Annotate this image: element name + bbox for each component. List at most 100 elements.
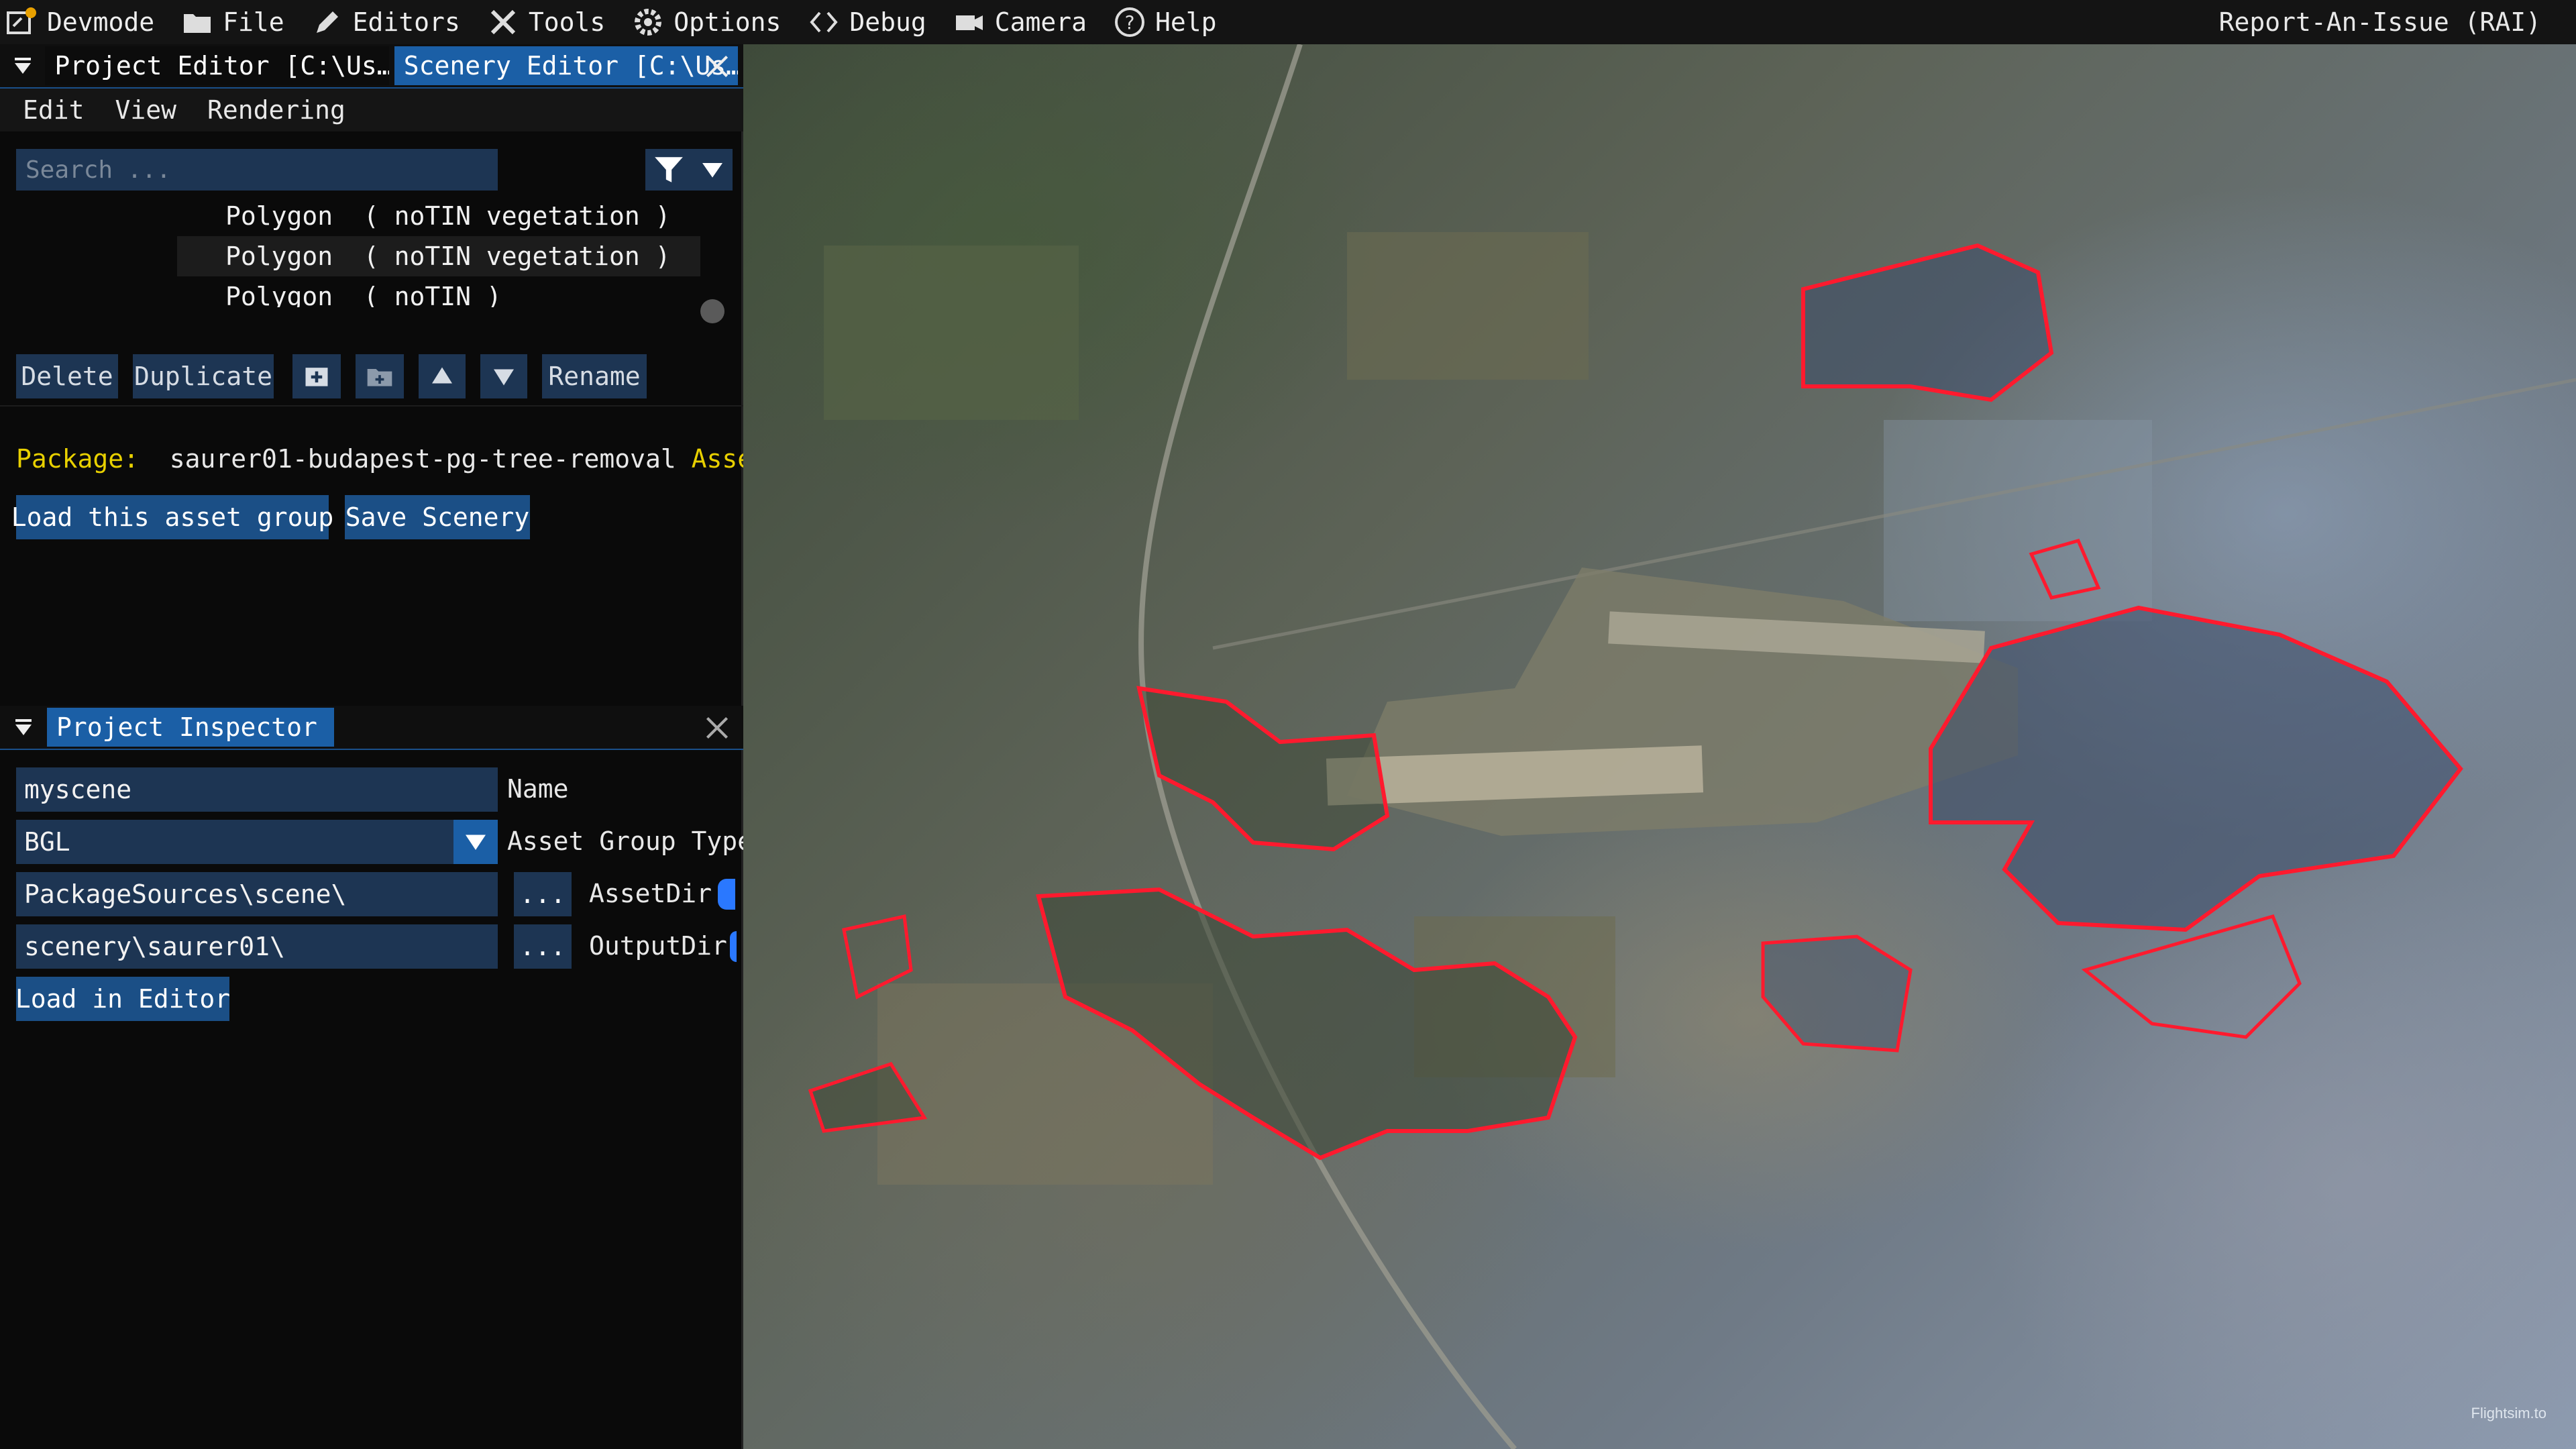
add-folder-button[interactable] bbox=[356, 354, 404, 398]
menu-view[interactable]: View bbox=[115, 95, 177, 125]
chevron-down-icon bbox=[702, 163, 722, 178]
removal-polygon bbox=[1761, 934, 1913, 1053]
polygon-list: Polygon ( noTIN vegetation ) Polygon ( n… bbox=[177, 196, 700, 307]
editor-tabbar: Project Editor [C:\Us… Scenery Editor [C… bbox=[0, 44, 743, 89]
menu-edit[interactable]: Edit bbox=[23, 95, 85, 125]
output-dir-browse-button[interactable]: ... bbox=[514, 924, 572, 969]
list-item[interactable]: Polygon ( noTIN vegetation ) bbox=[177, 196, 700, 236]
save-scenery-button[interactable]: Save Scenery bbox=[345, 495, 530, 539]
load-in-editor-button[interactable]: Load in Editor bbox=[15, 977, 230, 1021]
terrain-patch bbox=[1347, 232, 1589, 380]
tab-scenery-editor[interactable]: Scenery Editor [C:\Us… bbox=[394, 46, 739, 85]
add-item-button[interactable] bbox=[292, 354, 341, 398]
asset-dir-info-icon[interactable] bbox=[718, 879, 735, 910]
main-menu-bar: Devmode File Editors Tools Options Debug… bbox=[0, 0, 2576, 44]
package-name: saurer01-budapest-pg-tree-removal bbox=[169, 444, 676, 474]
close-icon[interactable] bbox=[700, 711, 734, 745]
name-label: Name bbox=[507, 774, 569, 804]
search-input[interactable]: Search ... bbox=[16, 149, 498, 191]
aerial-map bbox=[808, 44, 2576, 1449]
scenery-viewport[interactable]: Flightsim.to bbox=[743, 44, 2576, 1449]
help-icon: ? bbox=[1115, 7, 1145, 37]
menu-help-label: Help bbox=[1155, 7, 1217, 37]
package-label: Package: bbox=[16, 444, 140, 474]
menu-camera[interactable]: Camera bbox=[948, 0, 1092, 44]
devmode-icon bbox=[7, 7, 36, 34]
menu-help[interactable]: ? Help bbox=[1108, 0, 1222, 44]
report-issue-button[interactable]: Report-An-Issue (RAI) bbox=[2219, 0, 2541, 44]
close-icon[interactable] bbox=[700, 50, 734, 83]
type-value: BGL bbox=[24, 827, 70, 857]
menu-options[interactable]: Options bbox=[627, 0, 786, 44]
move-up-button[interactable] bbox=[419, 354, 466, 398]
add-file-icon bbox=[305, 368, 328, 386]
collapse-toggle[interactable] bbox=[0, 44, 45, 88]
chevron-down-icon bbox=[466, 835, 486, 850]
rename-button[interactable]: Rename bbox=[542, 354, 647, 398]
menu-file-label: File bbox=[223, 7, 284, 37]
terrain-patch bbox=[1884, 420, 2152, 621]
asset-group-type-label: Asset Group Type bbox=[507, 826, 753, 856]
gear-icon bbox=[635, 9, 662, 36]
menu-debug[interactable]: Debug bbox=[802, 0, 931, 44]
asset-dir-field[interactable]: PackageSources\scene\ bbox=[16, 872, 498, 916]
camera-icon bbox=[955, 15, 983, 30]
asset-dir-label: AssetDir bbox=[589, 879, 712, 908]
folder-icon bbox=[184, 14, 211, 33]
collapse-arrow-icon bbox=[14, 58, 31, 74]
asset-group-type-select[interactable]: BGL bbox=[16, 820, 498, 864]
load-asset-group-button[interactable]: Load this asset group bbox=[11, 495, 333, 539]
menu-debug-label: Debug bbox=[849, 7, 926, 37]
menu-rendering[interactable]: Rendering bbox=[207, 95, 345, 125]
list-item[interactable]: Polygon ( noTIN vegetation ) bbox=[177, 236, 700, 276]
asset-dir-browse-button[interactable]: ... bbox=[514, 872, 572, 916]
output-dir-value: scenery\saurer01\ bbox=[24, 932, 285, 961]
tab-project-inspector[interactable]: Project Inspector bbox=[47, 708, 334, 747]
svg-text:?: ? bbox=[1125, 11, 1135, 34]
move-down-button[interactable] bbox=[480, 354, 527, 398]
menu-editors-label: Editors bbox=[352, 7, 460, 37]
menu-file[interactable]: File bbox=[176, 0, 290, 44]
menu-tools-label: Tools bbox=[528, 7, 606, 37]
output-dir-info-icon[interactable] bbox=[730, 931, 737, 962]
tools-icon bbox=[490, 9, 515, 35]
list-scrollbar[interactable] bbox=[700, 299, 724, 323]
menu-options-label: Options bbox=[674, 7, 782, 37]
dropdown-arrow[interactable] bbox=[453, 820, 498, 864]
inspector-collapse-toggle[interactable] bbox=[0, 705, 47, 749]
arrow-down-icon bbox=[494, 369, 514, 386]
removal-polygon bbox=[2081, 914, 2302, 1039]
panel-divider bbox=[0, 405, 743, 407]
collapse-arrow-icon bbox=[15, 719, 32, 735]
inspector-tabbar: Project Inspector bbox=[0, 706, 743, 750]
editor-menu-bar: Edit View Rendering bbox=[0, 89, 743, 131]
asset-dir-value: PackageSources\scene\ bbox=[24, 879, 347, 909]
menu-camera-label: Camera bbox=[994, 7, 1087, 37]
package-line: Package: saurer01-budapest-pg-tree-remov… bbox=[16, 444, 784, 474]
code-icon bbox=[810, 11, 839, 33]
menu-devmode[interactable]: Devmode bbox=[0, 0, 160, 44]
removal-polygon bbox=[1801, 243, 2054, 402]
menu-devmode-label: Devmode bbox=[47, 7, 155, 37]
left-panel: Project Editor [C:\Us… Scenery Editor [C… bbox=[0, 44, 784, 1449]
menu-tools[interactable]: Tools bbox=[482, 0, 610, 44]
folder-add-icon bbox=[367, 369, 392, 386]
output-dir-label: OutputDir bbox=[589, 931, 727, 961]
terrain-patch bbox=[824, 246, 1079, 420]
name-value: myscene bbox=[24, 775, 132, 804]
list-item[interactable]: Polygon ( noTIN ) bbox=[177, 276, 700, 307]
output-dir-field[interactable]: scenery\saurer01\ bbox=[16, 924, 498, 969]
removal-polygon bbox=[1929, 605, 2463, 932]
name-field[interactable]: myscene bbox=[16, 767, 498, 812]
filter-button[interactable] bbox=[645, 149, 733, 191]
report-issue-label: Report-An-Issue (RAI) bbox=[2218, 7, 2541, 37]
watermark: Flightsim.to bbox=[2471, 1405, 2546, 1421]
duplicate-button[interactable]: Duplicate bbox=[133, 354, 274, 398]
search-placeholder: Search ... bbox=[25, 156, 171, 184]
arrow-up-icon bbox=[432, 367, 452, 384]
filter-icon bbox=[655, 157, 683, 182]
menu-editors[interactable]: Editors bbox=[306, 0, 466, 44]
delete-button[interactable]: Delete bbox=[16, 354, 118, 398]
tab-project-editor[interactable]: Project Editor [C:\Us… bbox=[45, 46, 389, 85]
pencil-icon bbox=[316, 11, 338, 33]
